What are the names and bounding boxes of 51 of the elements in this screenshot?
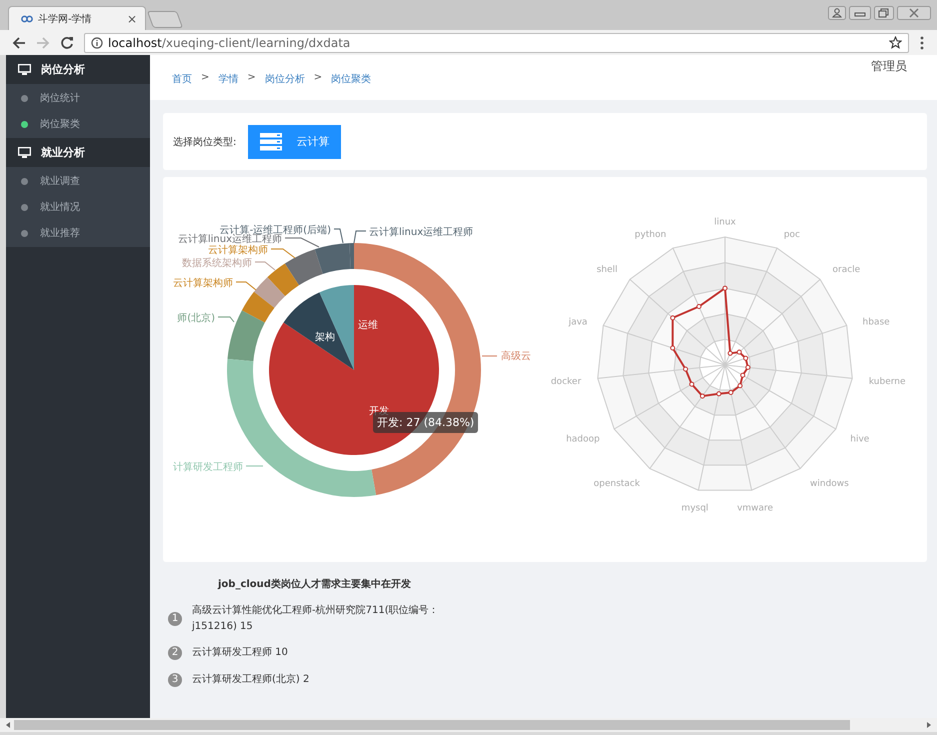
segment-label: 云计算linux运维工程师	[369, 227, 474, 238]
segment-label: 云计算架构师	[208, 245, 268, 256]
ranking-text: 高级云计算性能优化工程师-杭州研究院711(职位编号：j151216) 15	[192, 604, 440, 634]
breadcrumb-separator: >	[201, 72, 210, 85]
radar-axis-label: docker	[550, 377, 582, 388]
radar-axis-label: hive	[850, 434, 870, 444]
radar-axis-label: linux	[714, 217, 736, 228]
sidebar-item[interactable]: 岗位统计	[6, 85, 150, 111]
segment-label: 云计算linux运维工程师	[178, 234, 282, 245]
slice-label: 架构	[315, 332, 335, 343]
ranking-text: 云计算研发工程师(北京) 2	[192, 672, 310, 687]
segment-label: 计算研发工程师	[173, 462, 243, 473]
ranking-text: 云计算研发工程师 10	[192, 646, 288, 660]
radar-axis-label: vmware	[737, 503, 774, 514]
breadcrumb-separator: >	[247, 72, 256, 85]
radar-axis-label: java	[568, 317, 588, 328]
radar-axis-label: oracle	[832, 265, 860, 276]
job-type-button[interactable]: 云计算	[248, 124, 342, 158]
tab-close-button[interactable]: ×	[126, 12, 137, 26]
radar-axis-label: poc	[784, 230, 800, 240]
radar-axis-label: shell	[596, 265, 618, 276]
address-field[interactable]: localhost/xueqing-client/learning/dxdata	[84, 32, 909, 52]
radar-axis-label: openstack	[594, 479, 640, 490]
user-name[interactable]: 管理员	[871, 58, 907, 75]
rank-number: 3	[168, 672, 182, 687]
sidebar-item[interactable]: 就业推荐	[6, 220, 150, 246]
summary-title: job_cloud类岗位人才需求主要集中在开发	[216, 577, 412, 591]
browser-tab[interactable]: 斗学网-学情 ×	[8, 6, 146, 30]
segment-label: 数据系统架构师	[182, 258, 252, 269]
breadcrumb-link[interactable]: 首页	[172, 72, 192, 86]
breadcrumb-link[interactable]: 学情	[218, 72, 238, 86]
breadcrumb-link[interactable]: 岗位聚类	[331, 72, 372, 86]
sidebar-item[interactable]: 就业情况	[6, 194, 150, 220]
radar-axis-label: mysql	[681, 503, 708, 514]
sidebar-item[interactable]: 就业调查	[6, 168, 150, 194]
segment-label: 云计算架构师	[173, 278, 233, 289]
tab-title: 斗学网-学情	[38, 12, 93, 26]
segment-label: 高级云	[501, 351, 531, 362]
radar-axis-label: hadoop	[566, 434, 600, 444]
radar-axis-label: windows	[810, 479, 849, 490]
breadcrumb-separator: >	[314, 72, 322, 85]
segment-label: 师(北京)	[177, 313, 215, 324]
radar-axis-label: hbase	[862, 317, 890, 328]
slice-label: 运维	[358, 320, 378, 331]
selector-label: 选择岗位类型:	[173, 136, 236, 148]
radar-axis-label: python	[634, 230, 666, 240]
rank-number: 1	[168, 612, 182, 626]
rank-number: 2	[168, 646, 182, 660]
sidebar-item[interactable]: 岗位聚类	[6, 111, 150, 137]
radar-axis-label: kuberne	[868, 377, 906, 388]
breadcrumb-link[interactable]: 岗位分析	[264, 72, 305, 86]
